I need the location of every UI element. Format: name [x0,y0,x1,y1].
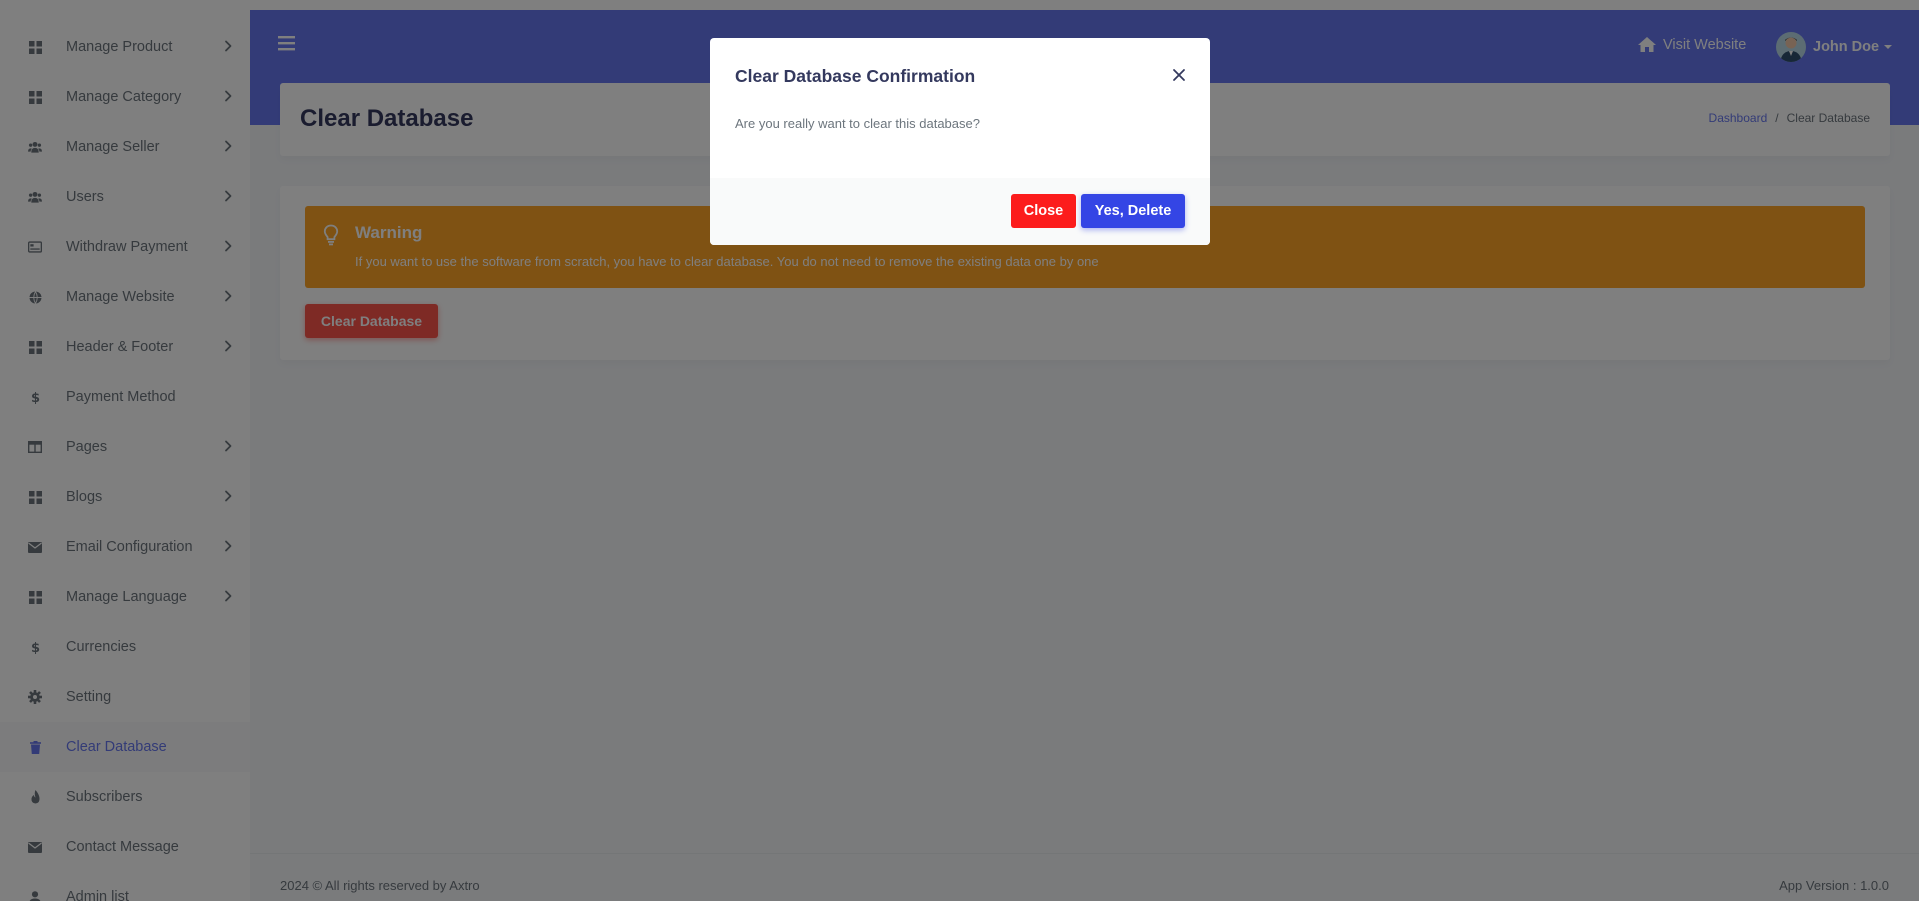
close-icon[interactable] [1170,66,1188,84]
close-button[interactable]: Close [1011,194,1076,228]
yes-delete-button[interactable]: Yes, Delete [1081,194,1185,228]
modal-title: Clear Database Confirmation [735,66,976,86]
confirm-modal: Clear Database Confirmation Are you real… [710,38,1210,245]
modal-body-text: Are you really want to clear this databa… [735,116,980,131]
modal-footer: Close Yes, Delete [710,178,1210,245]
